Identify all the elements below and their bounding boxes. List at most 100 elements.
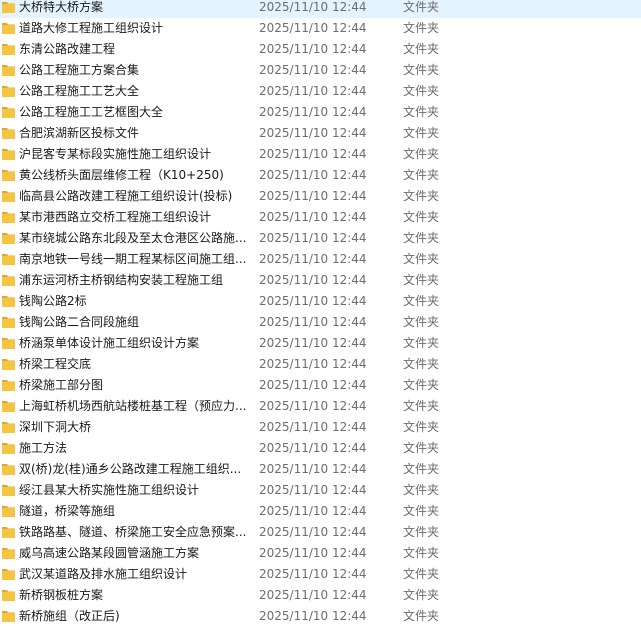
file-modified-date: 2025/11/10 12:44 <box>259 105 367 119</box>
file-modified-date: 2025/11/10 12:44 <box>259 231 367 245</box>
file-row[interactable]: 沪昆客专某标段实施性施工组织设计 2025/11/10 12:44 文件夹 <box>0 144 641 165</box>
file-row[interactable]: 施工方法 2025/11/10 12:44 文件夹 <box>0 438 641 459</box>
file-name[interactable]: 临高县公路改建工程施工组织设计(投标) <box>19 186 247 207</box>
file-row[interactable]: 钱陶公路二合同段施组 2025/11/10 12:44 文件夹 <box>0 312 641 333</box>
file-name[interactable]: 绥江县某大桥实施性施工组织设计 <box>19 480 247 501</box>
file-modified-date: 2025/11/10 12:44 <box>259 462 367 476</box>
file-name[interactable]: 某市港西路立交桥工程施工组织设计 <box>19 207 247 228</box>
file-name[interactable]: 钱陶公路2标 <box>19 291 247 312</box>
file-type: 文件夹 <box>403 483 440 497</box>
file-name[interactable]: 桥梁施工部分图 <box>19 375 247 396</box>
file-name[interactable]: 桥涵泵单体设计施工组织设计方案 <box>19 333 247 354</box>
file-row[interactable]: 钱陶公路2标 2025/11/10 12:44 文件夹 <box>0 291 641 312</box>
file-name[interactable]: 公路工程施工工艺框图大全 <box>19 102 247 123</box>
file-row[interactable]: 某市港西路立交桥工程施工组织设计 2025/11/10 12:44 文件夹 <box>0 207 641 228</box>
file-type: 文件夹 <box>403 168 440 182</box>
file-name[interactable]: 东清公路改建工程 <box>19 39 247 60</box>
file-modified-date: 2025/11/10 12:44 <box>259 147 367 161</box>
file-row[interactable]: 桥梁施工部分图 2025/11/10 12:44 文件夹 <box>0 375 641 396</box>
folder-icon <box>2 64 15 76</box>
file-name[interactable]: 威乌高速公路某段圆管涵施工方案 <box>19 543 247 564</box>
file-name[interactable]: 公路工程施工方案合集 <box>19 60 247 81</box>
file-row[interactable]: 铁路路基、隧道、桥梁施工安全应急预案... 2025/11/10 12:44 文件夹 <box>0 522 641 543</box>
file-type: 文件夹 <box>403 189 440 203</box>
file-name[interactable]: 钱陶公路二合同段施组 <box>19 312 247 333</box>
file-name[interactable]: 隧道，桥梁等施组 <box>19 501 247 522</box>
file-modified-date: 2025/11/10 12:44 <box>259 336 367 350</box>
folder-icon <box>2 526 15 538</box>
file-row[interactable]: 武汉某道路及排水施工组织设计 2025/11/10 12:44 文件夹 <box>0 564 641 585</box>
file-row[interactable]: 道路大修工程施工组织设计 2025/11/10 12:44 文件夹 <box>0 18 641 39</box>
file-modified-date: 2025/11/10 12:44 <box>259 420 367 434</box>
file-modified-date: 2025/11/10 12:44 <box>259 546 367 560</box>
file-modified-date: 2025/11/10 12:44 <box>259 294 367 308</box>
file-row[interactable]: 黄公线桥头面层维修工程（K10+250) 2025/11/10 12:44 文件夹 <box>0 165 641 186</box>
file-type: 文件夹 <box>403 441 440 455</box>
file-type: 文件夹 <box>403 147 440 161</box>
file-name[interactable]: 铁路路基、隧道、桥梁施工安全应急预案... <box>19 522 247 543</box>
file-type: 文件夹 <box>403 126 440 140</box>
file-name[interactable]: 合肥滨湖新区投标文件 <box>19 123 247 144</box>
file-name[interactable]: 桥梁工程交底 <box>19 354 247 375</box>
file-modified-date: 2025/11/10 12:44 <box>259 63 367 77</box>
folder-icon <box>2 463 15 475</box>
folder-icon <box>2 43 15 55</box>
file-row[interactable]: 大桥特大桥方案 2025/11/10 12:44 文件夹 <box>0 0 641 18</box>
file-type: 文件夹 <box>403 462 440 476</box>
file-row[interactable]: 某市绕城公路东北段及至太仓港区公路施... 2025/11/10 12:44 文件夹 <box>0 228 641 249</box>
file-name[interactable]: 武汉某道路及排水施工组织设计 <box>19 564 247 585</box>
folder-icon <box>2 358 15 370</box>
file-name[interactable]: 双(桥)龙(桂)通乡公路改建工程施工组织... <box>19 459 247 480</box>
file-type: 文件夹 <box>403 546 440 560</box>
file-name[interactable]: 某市绕城公路东北段及至太仓港区公路施... <box>19 228 247 249</box>
file-name[interactable]: 新桥钢板桩方案 <box>19 585 247 606</box>
file-type: 文件夹 <box>403 315 440 329</box>
file-name[interactable]: 沪昆客专某标段实施性施工组织设计 <box>19 144 247 165</box>
folder-icon <box>2 232 15 244</box>
file-type: 文件夹 <box>403 378 440 392</box>
file-row[interactable]: 深圳下洞大桥 2025/11/10 12:44 文件夹 <box>0 417 641 438</box>
file-modified-date: 2025/11/10 12:44 <box>259 0 367 14</box>
file-row[interactable]: 公路工程施工方案合集 2025/11/10 12:44 文件夹 <box>0 60 641 81</box>
file-row[interactable]: 上海虹桥机场西航站楼桩基工程（预应力... 2025/11/10 12:44 文件夹 <box>0 396 641 417</box>
file-row[interactable]: 浦东运河桥主桥钢结构安装工程施工组 2025/11/10 12:44 文件夹 <box>0 270 641 291</box>
folder-icon <box>2 85 15 97</box>
file-name[interactable]: 南京地铁一号线一期工程某标区间施工组... <box>19 249 247 270</box>
file-row[interactable]: 双(桥)龙(桂)通乡公路改建工程施工组织... 2025/11/10 12:44 文… <box>0 459 641 480</box>
file-row[interactable]: 桥梁工程交底 2025/11/10 12:44 文件夹 <box>0 354 641 375</box>
folder-icon <box>2 547 15 559</box>
file-name[interactable]: 浦东运河桥主桥钢结构安装工程施工组 <box>19 270 247 291</box>
file-row[interactable]: 新桥钢板桩方案 2025/11/10 12:44 文件夹 <box>0 585 641 606</box>
file-row[interactable]: 公路工程施工工艺框图大全 2025/11/10 12:44 文件夹 <box>0 102 641 123</box>
file-type: 文件夹 <box>403 420 440 434</box>
file-modified-date: 2025/11/10 12:44 <box>259 168 367 182</box>
file-row[interactable]: 公路工程施工工艺大全 2025/11/10 12:44 文件夹 <box>0 81 641 102</box>
file-name[interactable]: 深圳下洞大桥 <box>19 417 247 438</box>
file-row[interactable]: 绥江县某大桥实施性施工组织设计 2025/11/10 12:44 文件夹 <box>0 480 641 501</box>
folder-icon <box>2 1 15 13</box>
file-name[interactable]: 公路工程施工工艺大全 <box>19 81 247 102</box>
file-type: 文件夹 <box>403 21 440 35</box>
file-row[interactable]: 东清公路改建工程 2025/11/10 12:44 文件夹 <box>0 39 641 60</box>
folder-icon <box>2 22 15 34</box>
file-name[interactable]: 大桥特大桥方案 <box>19 0 247 18</box>
folder-icon <box>2 211 15 223</box>
folder-icon <box>2 442 15 454</box>
file-modified-date: 2025/11/10 12:44 <box>259 210 367 224</box>
file-name[interactable]: 道路大修工程施工组织设计 <box>19 18 247 39</box>
file-modified-date: 2025/11/10 12:44 <box>259 504 367 518</box>
file-type: 文件夹 <box>403 294 440 308</box>
file-name[interactable]: 上海虹桥机场西航站楼桩基工程（预应力... <box>19 396 247 417</box>
file-name[interactable]: 施工方法 <box>19 438 247 459</box>
file-row[interactable]: 威乌高速公路某段圆管涵施工方案 2025/11/10 12:44 文件夹 <box>0 543 641 564</box>
file-row[interactable]: 新桥施组（改正后) 2025/11/10 12:44 文件夹 <box>0 606 641 627</box>
file-name[interactable]: 新桥施组（改正后) <box>19 606 247 627</box>
file-row[interactable]: 南京地铁一号线一期工程某标区间施工组... 2025/11/10 12:44 文件夹 <box>0 249 641 270</box>
file-name[interactable]: 黄公线桥头面层维修工程（K10+250) <box>19 165 247 186</box>
file-row[interactable]: 合肥滨湖新区投标文件 2025/11/10 12:44 文件夹 <box>0 123 641 144</box>
file-type: 文件夹 <box>403 84 440 98</box>
file-row[interactable]: 桥涵泵单体设计施工组织设计方案 2025/11/10 12:44 文件夹 <box>0 333 641 354</box>
file-row[interactable]: 隧道，桥梁等施组 2025/11/10 12:44 文件夹 <box>0 501 641 522</box>
file-row[interactable]: 临高县公路改建工程施工组织设计(投标) 2025/11/10 12:44 文件夹 <box>0 186 641 207</box>
folder-icon <box>2 505 15 517</box>
